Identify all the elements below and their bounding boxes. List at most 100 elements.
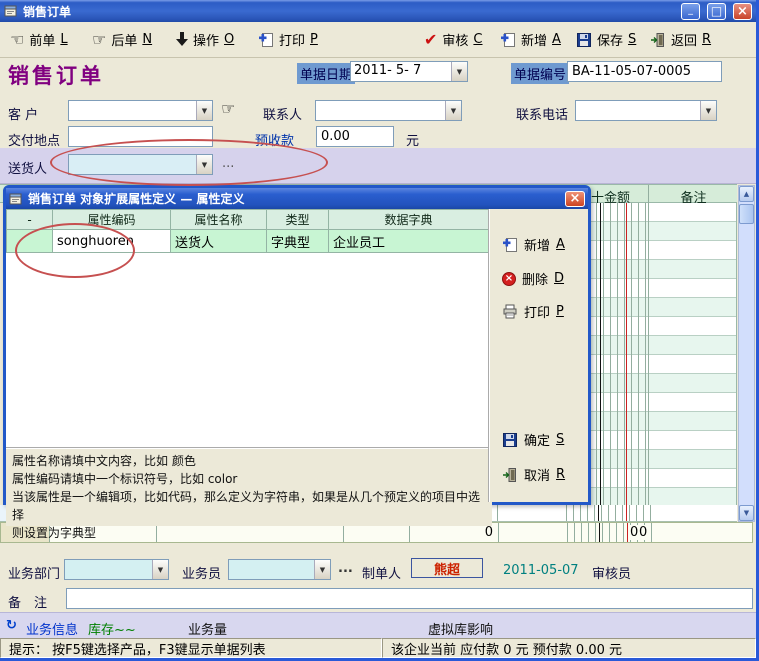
sales-order-window: 销售订单 前单L 后单N 操作O 打印P 审核C — [0, 0, 759, 661]
status-balance-text: 该企业当前 应付款 0 元 预付款 0.00 元 — [391, 639, 622, 658]
attribute-table: - 属性编码 属性名称 类型 数据字典 songhuoren 送货人 字典型 企… — [6, 209, 489, 253]
deliverer-more-button[interactable]: ... — [222, 156, 234, 171]
app-icon — [4, 4, 18, 18]
dropdown-arrow-icon[interactable] — [451, 62, 467, 81]
date-select[interactable]: 2011- 5- 7 — [350, 61, 468, 82]
exit-door-icon — [650, 32, 666, 48]
refresh-icon[interactable] — [6, 618, 17, 633]
dialog-cancel-button[interactable]: 取消R — [502, 465, 565, 484]
salesman-value — [229, 560, 314, 579]
grid-body[interactable] — [590, 203, 737, 505]
customer-select[interactable] — [68, 100, 213, 121]
header-code: 属性编码 — [53, 210, 171, 230]
next-order-button[interactable]: 后单N — [92, 30, 152, 49]
print-page-icon — [258, 32, 274, 48]
scroll-up-button[interactable] — [739, 186, 754, 202]
printer-icon — [502, 304, 518, 320]
total-amount-fen: 0 — [638, 525, 648, 540]
customer-lookup-icon[interactable] — [221, 99, 235, 118]
scroll-down-button[interactable] — [739, 505, 754, 521]
scrollbar-thumb[interactable] — [739, 204, 754, 224]
audit-button[interactable]: 审核C — [424, 30, 483, 49]
dropdown-arrow-icon[interactable] — [314, 560, 330, 579]
maximize-button[interactable] — [707, 3, 726, 20]
salesman-more-button[interactable]: ... — [338, 561, 353, 576]
phone-select[interactable] — [575, 100, 717, 121]
dropdown-arrow-icon[interactable] — [700, 101, 716, 120]
operation-button[interactable]: 操作O — [176, 30, 234, 49]
deliverer-label: 送货人 — [8, 158, 47, 177]
phone-value — [576, 101, 700, 120]
dropdown-arrow-icon[interactable] — [152, 560, 168, 579]
operation-label: 操作 — [193, 30, 219, 49]
dialog-hint-text: 属性名称请填中文内容，比如 颜色 属性编码请填中一个标识符号，比如 color … — [6, 447, 492, 526]
grid-column-line — [651, 523, 652, 542]
print-button[interactable]: 打印P — [258, 30, 318, 49]
status-balance-panel: 该企业当前 应付款 0 元 预付款 0.00 元 — [382, 638, 756, 658]
dialog-title: 销售订单 对象扩展属性定义 — 属性定义 — [28, 190, 245, 207]
dialog-delete-button[interactable]: 删除D — [502, 269, 564, 288]
save-button[interactable]: 保存S — [576, 30, 636, 49]
close-button[interactable] — [733, 3, 752, 20]
stock-label: 库存~~ — [88, 619, 136, 638]
grid-column-line — [498, 523, 499, 542]
yuan-label: 元 — [406, 130, 419, 149]
auditor-label: 审核员 — [592, 563, 631, 582]
remark-label: 备 注 — [8, 592, 47, 611]
business-info-bar: 业务信息 库存~~ 业务量 虚拟库影响 — [0, 612, 756, 638]
salesman-select[interactable] — [228, 559, 331, 580]
dept-value — [65, 560, 152, 579]
title-bar: 销售订单 — [0, 0, 756, 22]
date-label: 单据日期 — [297, 63, 355, 84]
dialog-close-button[interactable] — [565, 191, 585, 207]
dropdown-arrow-icon[interactable] — [445, 101, 461, 120]
toolbar: 前单L 后单N 操作O 打印P 审核C 新增A — [0, 22, 756, 58]
dropdown-arrow-icon[interactable] — [196, 155, 212, 174]
grid-column-line — [497, 505, 498, 521]
attribute-type-cell[interactable]: 字典型 — [267, 230, 329, 253]
ledger-black-line — [599, 523, 600, 542]
floppy-icon — [576, 32, 592, 48]
ledger-red-line — [626, 505, 627, 521]
new-button[interactable]: 新增A — [500, 30, 561, 49]
dept-select[interactable] — [64, 559, 169, 580]
hint-line: 属性名称请填中文内容，比如 颜色 — [12, 452, 486, 470]
dialog-print-button[interactable]: 打印P — [502, 302, 564, 321]
dialog-button-panel: 新增A 删除D 打印P 确定S — [488, 209, 588, 502]
prev-order-button[interactable]: 前单L — [10, 30, 68, 49]
ledger-black-line — [600, 203, 601, 505]
attribute-code-cell[interactable]: songhuoren — [53, 230, 171, 253]
vertical-scrollbar[interactable] — [738, 185, 755, 522]
new-page-icon — [500, 32, 516, 48]
down-arrow-icon — [176, 32, 188, 47]
dialog-ok-button[interactable]: 确定S — [502, 430, 564, 449]
creator-value-box: 熊超 — [411, 558, 483, 578]
attribute-dict-cell[interactable]: 企业员工 — [329, 230, 489, 253]
remark-field[interactable] — [66, 588, 753, 609]
hand-left-icon — [10, 30, 24, 49]
dropdown-arrow-icon[interactable] — [196, 101, 212, 120]
save-label: 保存 — [597, 30, 623, 49]
attribute-row[interactable]: songhuoren 送货人 字典型 企业员工 — [7, 230, 489, 253]
hint-line: 则设置为字典型 — [12, 524, 486, 542]
date-value: 2011- 5- 7 — [351, 62, 451, 81]
dialog-print-label: 打印 — [524, 302, 550, 321]
customer-label: 客 户 — [8, 104, 38, 123]
dialog-title-bar: 销售订单 对象扩展属性定义 — 属性定义 — [6, 188, 588, 209]
dialog-new-button[interactable]: 新增A — [502, 235, 565, 254]
next-order-label: 后单 — [111, 30, 137, 49]
return-button[interactable]: 返回R — [650, 30, 711, 49]
customer-value — [69, 101, 196, 120]
attribute-name-cell[interactable]: 送货人 — [171, 230, 267, 253]
place-field[interactable] — [68, 126, 213, 147]
row-selector-cell[interactable] — [7, 230, 53, 253]
deliverer-select[interactable] — [68, 154, 213, 175]
header-name: 属性名称 — [171, 210, 267, 230]
status-bar: 提示： 按F5键选择产品，F3键显示单据列表 该企业当前 应付款 0 元 预付款… — [0, 638, 756, 658]
minimize-button[interactable] — [681, 3, 700, 20]
contact-select[interactable] — [315, 100, 462, 121]
advance-field[interactable]: 0.00 — [316, 126, 394, 147]
dialog-new-label: 新增 — [524, 235, 550, 254]
grid-column-line — [650, 505, 651, 521]
number-field[interactable]: BA-11-05-07-0005 — [567, 61, 722, 82]
